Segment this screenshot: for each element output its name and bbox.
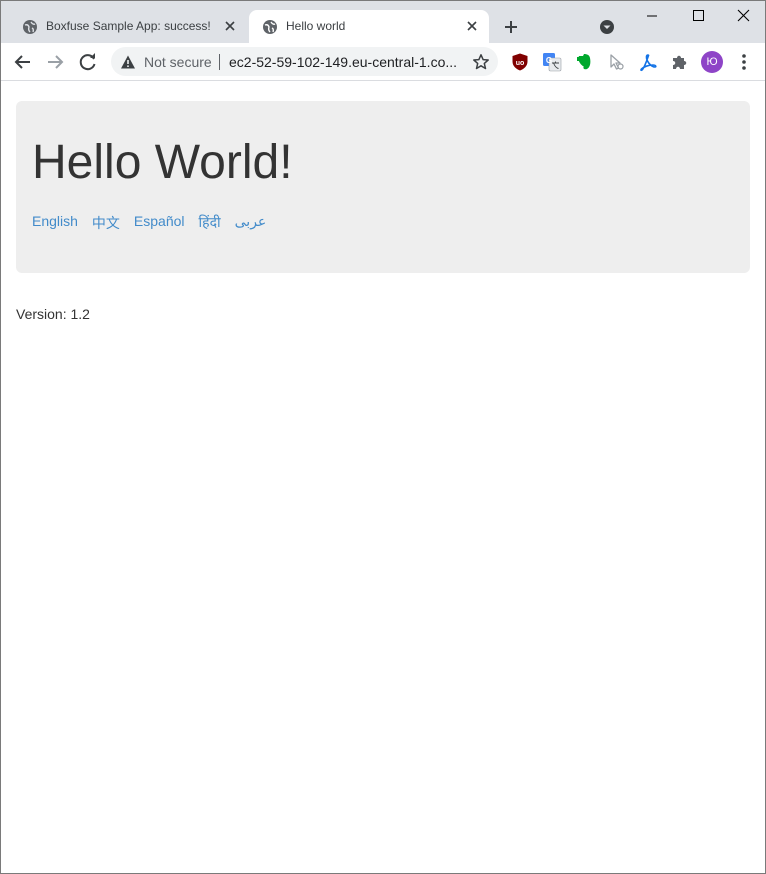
language-link-chinese[interactable]: 中文 (92, 213, 120, 233)
page-heading: Hello World! (32, 136, 293, 189)
tab-search-icon[interactable] (597, 17, 617, 37)
security-label[interactable]: Not secure (144, 54, 212, 70)
close-icon[interactable] (464, 18, 480, 34)
url-text[interactable]: ec2-52-59-102-149.eu-central-1.co... (229, 54, 461, 70)
address-bar[interactable]: Not secure ec2-52-59-102-149.eu-central-… (111, 47, 498, 76)
forward-arrow-icon[interactable] (43, 50, 67, 74)
language-link-arabic[interactable]: عربى (235, 213, 267, 233)
globe-icon (23, 20, 37, 34)
svg-text:uo: uo (516, 60, 525, 67)
warning-icon[interactable] (120, 54, 136, 70)
omnibox-divider (219, 54, 220, 70)
bookmark-star-icon[interactable] (472, 53, 490, 71)
reload-icon[interactable] (76, 50, 100, 74)
google-translate-icon[interactable]: G (542, 52, 562, 72)
tab-strip: Boxfuse Sample App: success! Hello world (1, 1, 765, 43)
tab-hello-world[interactable]: Hello world (249, 10, 489, 43)
language-link-hindi[interactable]: हिंदी (199, 213, 221, 233)
puzzle-icon[interactable] (670, 52, 690, 72)
jumbotron: Hello World! English 中文 Español हिंदी عر… (16, 101, 750, 273)
language-links: English 中文 Español हिंदी عربى (32, 213, 280, 233)
close-icon[interactable] (222, 18, 238, 34)
tab-boxfuse[interactable]: Boxfuse Sample App: success! (9, 10, 247, 43)
svg-text:G: G (546, 56, 552, 65)
cursor-icon[interactable] (606, 52, 626, 72)
back-arrow-icon[interactable] (11, 50, 35, 74)
acrobat-icon[interactable] (638, 52, 658, 72)
language-link-english[interactable]: English (32, 213, 78, 233)
ublock-icon[interactable]: uo (510, 52, 530, 72)
globe-icon (263, 20, 277, 34)
window-close-icon[interactable] (721, 1, 766, 33)
new-tab-icon[interactable] (500, 16, 522, 38)
profile-avatar[interactable]: Ю (701, 51, 723, 73)
tab-title: Hello world (286, 19, 346, 33)
minimize-icon[interactable] (629, 1, 675, 33)
maximize-icon[interactable] (675, 1, 721, 33)
page-content: Hello World! English 中文 Español हिंदी عر… (1, 82, 765, 873)
more-menu-icon[interactable] (735, 52, 753, 72)
language-link-spanish[interactable]: Español (134, 213, 185, 233)
evernote-icon[interactable] (574, 52, 594, 72)
browser-window: Boxfuse Sample App: success! Hello world (0, 0, 766, 874)
browser-toolbar: Not secure ec2-52-59-102-149.eu-central-… (1, 43, 765, 81)
version-text: Version: 1.2 (16, 306, 90, 322)
tab-title: Boxfuse Sample App: success! (46, 19, 211, 33)
